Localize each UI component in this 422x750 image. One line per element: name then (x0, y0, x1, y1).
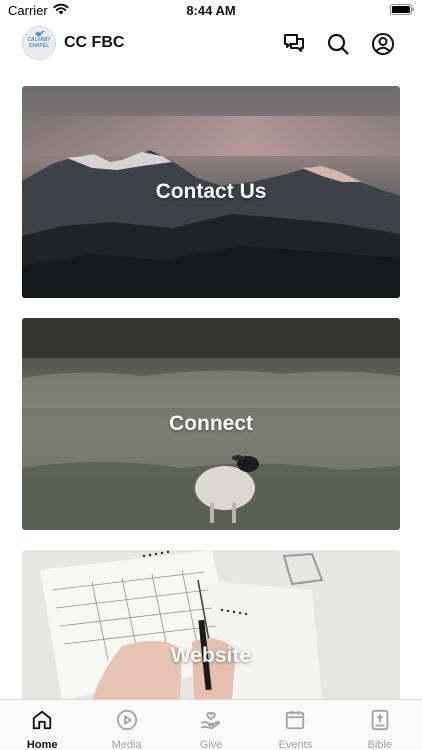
card-label-contact-us: Contact Us (155, 180, 267, 203)
search-icon (327, 33, 349, 55)
battery-icon (390, 4, 414, 15)
church-logo[interactable]: CALVARY CHAPEL (22, 26, 56, 60)
tab-label-give: Give (199, 739, 223, 750)
tab-label-events: Events (278, 739, 313, 750)
bible-icon (371, 709, 389, 731)
chat-button[interactable] (282, 32, 306, 56)
profile-icon (372, 33, 394, 55)
card-label-website: Website (170, 644, 252, 667)
tab-home[interactable]: Home (0, 700, 84, 750)
tab-label-bible: Bible (367, 739, 393, 750)
tab-label-media: Media (111, 739, 142, 750)
tab-bible[interactable]: Bible (338, 700, 422, 750)
tab-media[interactable]: Media (84, 700, 168, 750)
status-bar: Carrier 8:44 AM (0, 0, 422, 22)
home-icon (33, 710, 52, 730)
app-header: CALVARY CHAPEL CC FBC (0, 22, 422, 66)
search-button[interactable] (326, 32, 350, 56)
card-website[interactable]: Website (22, 550, 400, 700)
calendar-icon (286, 710, 305, 730)
tab-events[interactable]: Events (253, 700, 337, 750)
planner-image (22, 550, 400, 700)
app-title: CC FBC (64, 34, 125, 51)
tab-label-home: Home (26, 739, 58, 750)
card-connect[interactable]: Connect (22, 318, 400, 530)
card-contact-us[interactable]: Contact Us (22, 86, 400, 298)
card-label-connect: Connect (169, 412, 253, 435)
chat-icon (284, 34, 304, 52)
logo-text: CALVARY CHAPEL (27, 37, 51, 49)
dove-icon (35, 30, 45, 37)
card-list: Contact Us Connect Website (22, 86, 400, 700)
tab-give[interactable]: Give (169, 700, 253, 750)
tab-bar: Home Media Give Events Bible (0, 699, 422, 750)
play-icon (116, 709, 137, 731)
clock-time: 8:44 AM (186, 3, 236, 18)
profile-button[interactable] (371, 32, 395, 56)
give-hand-icon (200, 711, 220, 730)
